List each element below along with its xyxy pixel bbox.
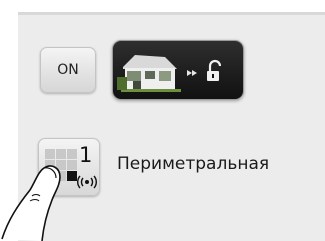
on-button[interactable]: ON xyxy=(40,47,96,93)
fast-forward-icon xyxy=(187,70,197,76)
zone-name-label: Периметральная xyxy=(117,154,270,174)
finger-tap-icon xyxy=(1,165,61,241)
on-button-label: ON xyxy=(57,62,79,78)
zone-number: 1 xyxy=(79,143,93,167)
wireless-signal-icon xyxy=(77,175,97,189)
home-unlock-button[interactable] xyxy=(112,40,244,100)
panel-top-strip xyxy=(18,12,325,15)
unlock-icon xyxy=(207,59,222,81)
house-icon xyxy=(117,55,181,92)
